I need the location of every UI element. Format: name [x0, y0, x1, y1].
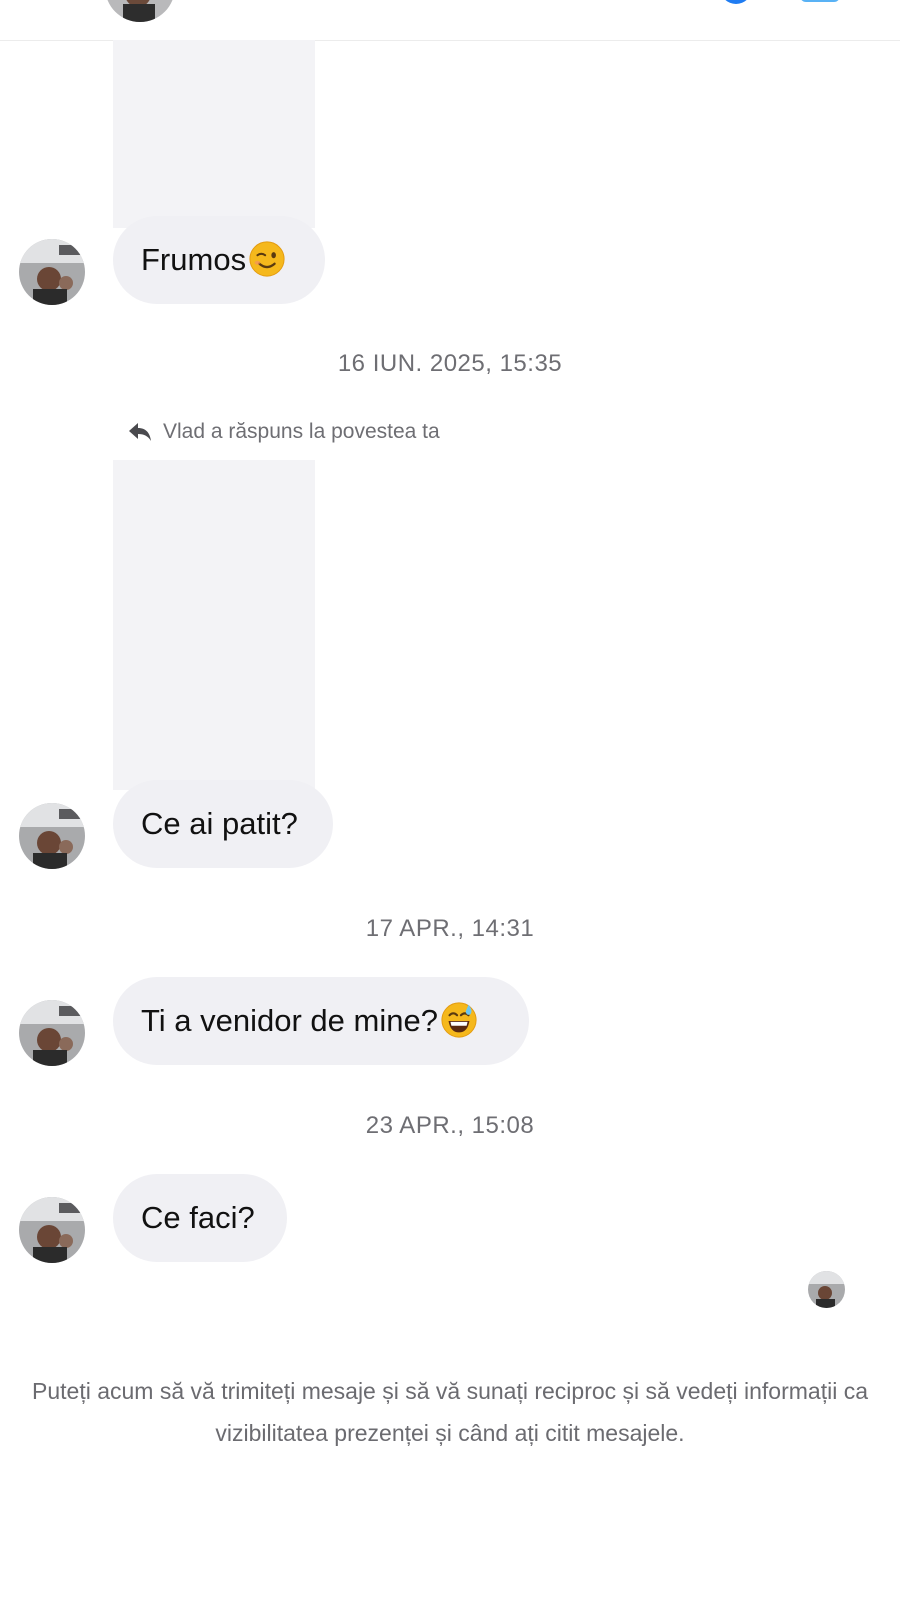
reply-notice-text: Vlad a răspuns la povestea ta [163, 420, 440, 443]
timestamp: 17 APR., 14:31 [365, 915, 535, 942]
message-bubble[interactable]: Frumos [113, 216, 325, 304]
audio-call-icon[interactable] [720, 0, 752, 4]
avatar-photo-icon [808, 1271, 845, 1308]
message-text: Ce faci? [141, 1200, 255, 1235]
message-text: Ce ai patit? [141, 806, 298, 841]
avatar-photo-icon [19, 1000, 85, 1066]
sender-avatar[interactable] [19, 239, 85, 305]
sender-avatar[interactable] [19, 1000, 85, 1066]
privacy-info-note: Puteți acum să vă trimiteți mesaje și să… [32, 1378, 868, 1446]
message-bubble[interactable]: Ce faci? [113, 1174, 287, 1262]
avatar-photo-icon [19, 1197, 85, 1263]
story-reply-notice: Vlad a răspuns la povestea ta [126, 418, 440, 446]
story-preview[interactable] [113, 40, 315, 228]
message-text: Frumos [141, 242, 247, 277]
story-preview[interactable] [113, 460, 315, 790]
chat-header [0, 0, 900, 41]
seen-indicator-avatar [808, 1271, 845, 1308]
timestamp: 16 IUN. 2025, 15:35 [337, 350, 563, 377]
message-bubble[interactable]: Ti a venidor de mine? [113, 977, 529, 1065]
avatar-photo-icon [105, 0, 175, 22]
video-call-icon[interactable] [800, 0, 840, 2]
grinning-face-with-sweat-icon [441, 1002, 477, 1038]
avatar-photo-icon [19, 803, 85, 869]
sender-avatar[interactable] [19, 803, 85, 869]
contact-avatar[interactable] [105, 0, 175, 22]
timestamp: 23 APR., 15:08 [365, 1112, 535, 1139]
message-text: Ti a venidor de mine? [141, 1003, 438, 1038]
winking-face-icon [249, 241, 285, 277]
avatar-photo-icon [19, 239, 85, 305]
reply-arrow-icon [129, 423, 151, 441]
message-bubble[interactable]: Ce ai patit? [113, 780, 333, 868]
sender-avatar[interactable] [19, 1197, 85, 1263]
